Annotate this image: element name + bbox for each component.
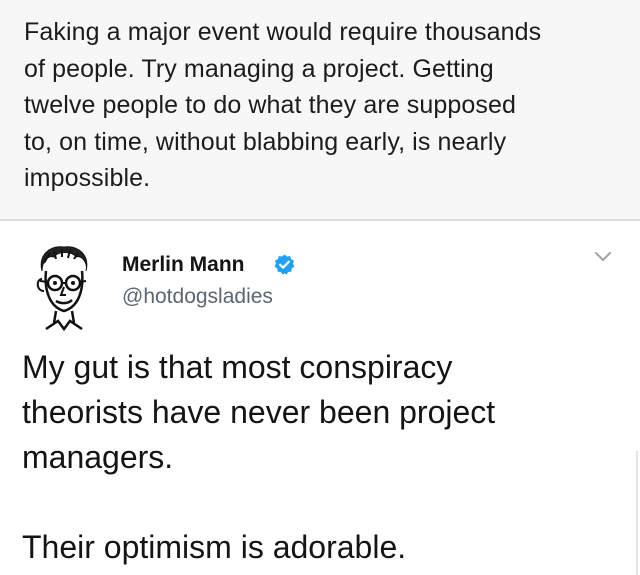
verified-badge-icon	[274, 254, 295, 275]
top-post: Faking a major event would require thous…	[0, 0, 640, 220]
tweet-card: Merlin Mann @hotdogsladies My gut is tha…	[0, 221, 640, 575]
tweet-body: My gut is that most conspiracy theorists…	[22, 345, 622, 570]
avatar[interactable]	[28, 241, 98, 333]
screenshot-page: Faking a major event would require thous…	[0, 0, 640, 575]
tweet-body-paragraph: Their optimism is adorable.	[22, 529, 407, 565]
top-post-text: Faking a major event would require thous…	[24, 18, 542, 192]
tweet-body-paragraph: My gut is that most conspiracy theorists…	[22, 349, 496, 475]
scrollbar-edge	[636, 451, 638, 575]
tweet-author-handle[interactable]: @hotdogsladies	[122, 285, 273, 309]
chevron-down-icon[interactable]	[594, 251, 612, 263]
tweet-author-name[interactable]: Merlin Mann	[122, 253, 245, 277]
